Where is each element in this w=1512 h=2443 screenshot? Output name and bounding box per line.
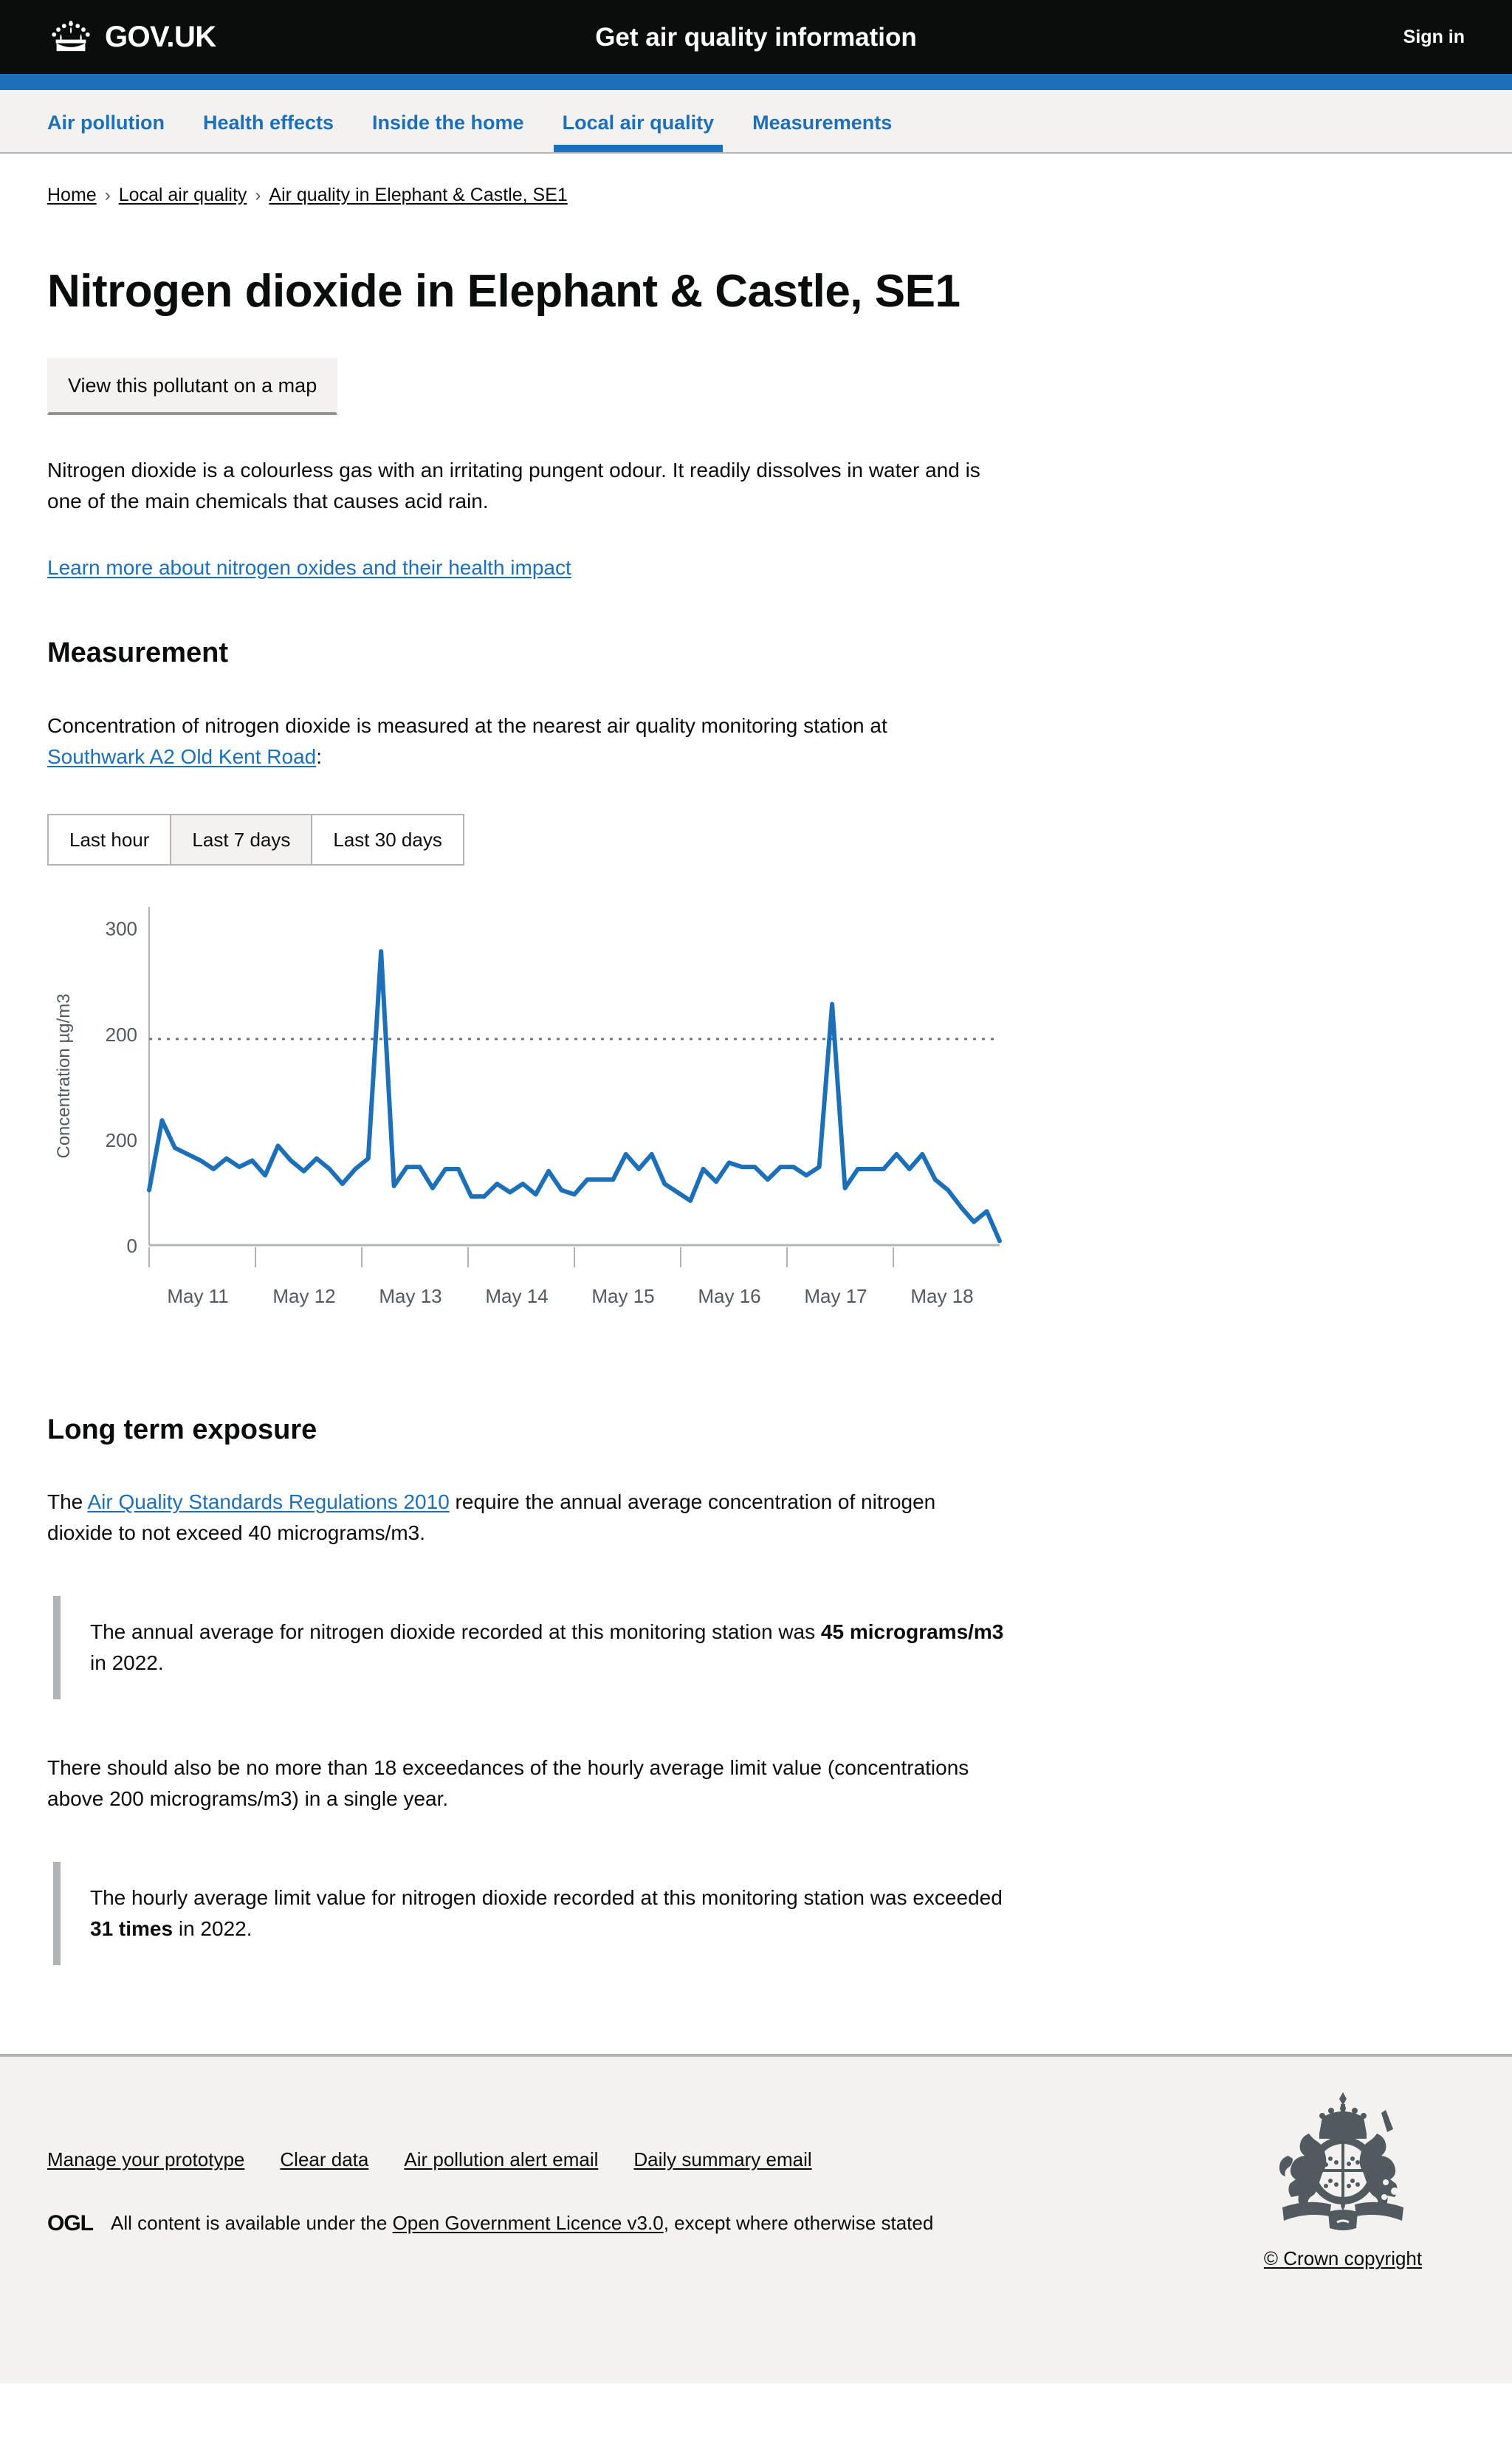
royal-coat-of-arms-icon [1221,2088,1465,2231]
annual-average-after: in 2022. [90,1651,164,1675]
breadcrumb-item-2[interactable]: Air quality in Elephant & Castle, SE1 [269,186,567,205]
concentration-chart-svg: 300 200 200 0 Concentration µg/m3 May 11 May 1… [54,906,1002,1307]
hourly-exceedance-text: The hourly average limit value for nitro… [90,1882,1006,1945]
primary-navigation: Air pollution Health effects Inside the ho… [0,90,1512,154]
crown-copyright-link[interactable]: © Crown copyright [1264,2247,1422,2270]
nav-item-air-pollution[interactable]: Air pollution [47,113,184,152]
annual-average-inset: The annual average for nitrogen dioxide … [53,1596,1006,1700]
govuk-brand-text: GOV.UK [105,21,216,53]
page-root: GOV.UK Get air quality information Sign … [0,0,1512,2384]
breadcrumb-separator-icon: › [104,185,111,205]
service-name: Get air quality information [595,22,917,52]
regulation-text-before: The [47,1490,88,1514]
long-term-exposure-heading: Long term exposure [47,1414,317,1445]
x-axis-tick-label: May 16 [698,1285,760,1307]
x-axis-tick-label: May 11 [167,1285,228,1307]
measurement-paragraph: Concentration of nitrogen dioxide is mea… [47,710,985,772]
sign-in-link[interactable]: Sign in [1403,27,1465,48]
regulation-paragraph: The Air Quality Standards Regulations 20… [47,1487,985,1549]
site-footer: © Crown copyright Manage your prototype C… [0,2054,1512,2384]
licence-text-after: , except where otherwise stated [663,2212,934,2235]
tab-last-7-days[interactable]: Last 7 days [171,815,313,864]
annual-average-before: The annual average for nitrogen dioxide … [90,1620,821,1644]
breadcrumb-separator-icon: › [255,185,261,205]
y-axis-tick-label: 200 [106,1129,137,1151]
view-pollutant-on-map-button[interactable]: View this pollutant on a map [47,358,338,416]
learn-more-link[interactable]: Learn more about nitrogen oxides and the… [47,556,571,579]
measurement-text-before: Concentration of nitrogen dioxide is mea… [47,713,887,737]
exceedance-paragraph: There should also be no more than 18 exc… [47,1756,969,1811]
nav-item-health-effects[interactable]: Health effects [184,113,353,152]
header-blue-bar [0,74,1512,90]
measurement-heading: Measurement [47,637,228,669]
measurement-text-after: : [316,744,322,768]
x-axis-tick-label: May 14 [485,1285,548,1307]
govuk-home-link[interactable]: GOV.UK [47,19,216,55]
nav-item-measurements[interactable]: Measurements [733,113,911,152]
x-axis-tick-label: May 18 [910,1285,973,1307]
bottom-spacer [47,1965,1465,2054]
hourly-exceedance-value: 31 times [90,1917,173,1941]
footer-link-air-pollution-alert-email[interactable]: Air pollution alert email [404,2148,598,2171]
crown-icon [47,19,94,55]
open-government-licence-link[interactable]: Open Government Licence v3.0 [393,2212,664,2234]
x-axis-tick-label: May 17 [804,1285,867,1307]
y-axis-tick-label: 0 [127,1235,137,1257]
footer-link-daily-summary-email[interactable]: Daily summary email [633,2148,811,2171]
page-title: Nitrogen dioxide in Elephant & Castle, S… [47,266,961,317]
annual-average-value: 45 micrograms/m3 [820,1620,1004,1644]
station-link[interactable]: Southwark A2 Old Kent Road [47,745,316,768]
ogl-logo-icon: OGL [47,2210,94,2235]
y-axis-tick-label: 300 [106,917,137,939]
breadcrumb-item-1[interactable]: Local air quality [119,186,247,205]
x-axis-tick-label: May 12 [272,1285,335,1307]
intro-paragraph: Nitrogen dioxide is a colourless gas wit… [47,459,980,513]
concentration-chart: 300 200 200 0 Concentration µg/m3 May 11 May 1… [47,892,1465,1343]
concentration-series-line [147,948,1002,1244]
y-axis-title: Concentration µg/m3 [54,993,74,1158]
main-content: Home › Local air quality › Air quality in El… [0,154,1512,2055]
annual-average-text: The annual average for nitrogen dioxide … [90,1617,1006,1679]
licence-text-before: All content is available under the [111,2212,393,2235]
hourly-exceedance-inset: The hourly average limit value for nitro… [53,1862,1006,1966]
learn-more-paragraph: Learn more about nitrogen oxides and the… [47,552,985,583]
time-range-tabs: Last hour Last 7 days Last 30 days [47,813,464,866]
y-axis-tick-label: 200 [106,1024,137,1046]
crown-copyright-block: © Crown copyright [1221,2088,1465,2270]
breadcrumb: Home › Local air quality › Air quality in El… [47,154,1465,205]
tab-last-hour[interactable]: Last hour [49,815,172,864]
site-header: GOV.UK Get air quality information Sign … [0,0,1512,74]
regulation-link[interactable]: Air Quality Standards Regulations 2010 [87,1490,449,1513]
x-axis-tick-label: May 13 [379,1285,441,1307]
nav-item-local-air-quality[interactable]: Local air quality [543,113,734,152]
x-axis-tick-label: May 15 [591,1285,654,1307]
footer-link-clear-data[interactable]: Clear data [280,2148,368,2171]
footer-link-manage-your-prototype[interactable]: Manage your prototype [47,2148,244,2171]
hourly-exceedance-before: The hourly average limit value for nitro… [90,1886,1003,1910]
tab-last-30-days[interactable]: Last 30 days [312,815,463,864]
nav-item-inside-the-home[interactable]: Inside the home [353,113,543,152]
breadcrumb-item-0[interactable]: Home [47,186,97,205]
licence-text: All content is available under the Open … [111,2210,933,2236]
hourly-exceedance-after: in 2022. [173,1917,252,1941]
